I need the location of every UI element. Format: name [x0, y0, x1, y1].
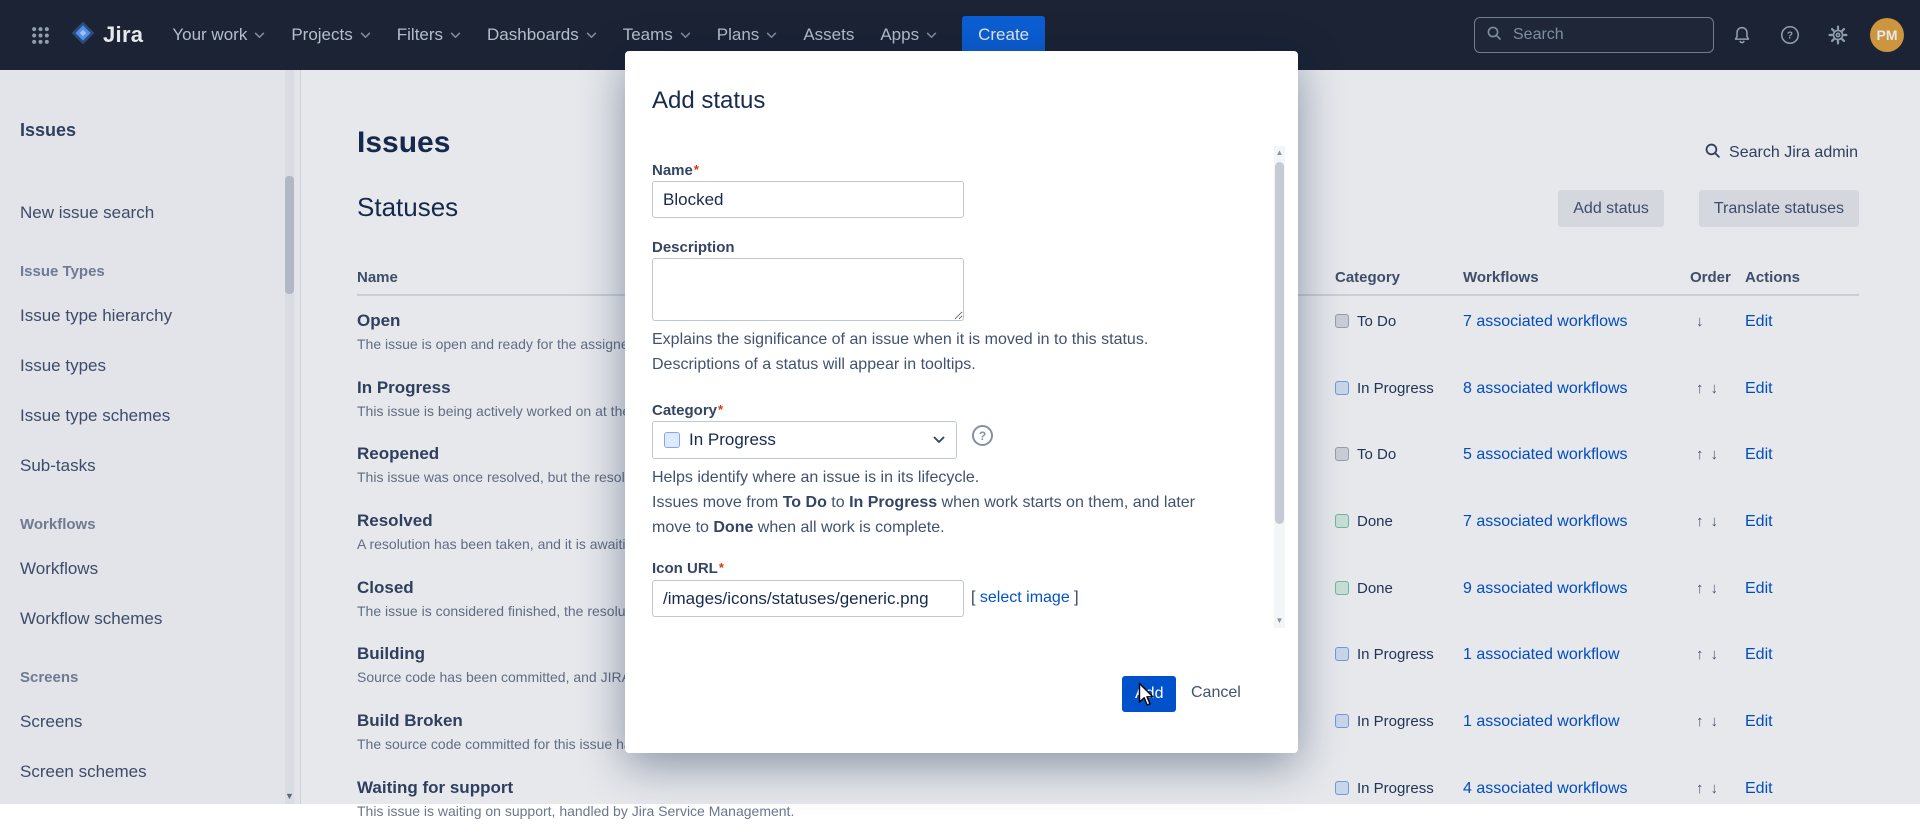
required-marker: * [693, 162, 699, 177]
scroll-up-icon[interactable]: ▲ [1276, 149, 1284, 157]
scroll-down-icon[interactable]: ▼ [1276, 617, 1284, 625]
dialog-scrollbar[interactable]: ▲ ▼ [1274, 146, 1285, 628]
required-marker: * [718, 560, 724, 575]
dialog-scrollbar-thumb[interactable] [1275, 162, 1284, 524]
select-image-link-wrap: [ select image ] [971, 589, 1079, 606]
add-button[interactable]: Add [1122, 676, 1177, 712]
status-description: This issue is waiting on support, handle… [357, 802, 795, 819]
description-help-text: Explains the significance of an issue wh… [652, 331, 1149, 373]
select-image-link[interactable]: select image [980, 589, 1070, 606]
required-marker: * [718, 402, 724, 417]
description-label: Description [652, 239, 735, 256]
name-label: Name* [652, 162, 699, 179]
category-label: Category* [652, 402, 724, 419]
name-field[interactable] [652, 181, 964, 218]
category-help-text: Helps identify where an issue is in its … [652, 469, 1196, 536]
dialog-title: Add status [652, 87, 766, 114]
category-selected-value: In Progress [689, 430, 776, 449]
cancel-button[interactable]: Cancel [1191, 684, 1241, 702]
description-field[interactable] [652, 258, 964, 321]
icon-url-field[interactable] [652, 580, 964, 617]
category-select[interactable]: In Progress [652, 421, 957, 459]
chevron-down-icon [933, 436, 945, 444]
add-status-dialog: Add status Name* Description Explains th… [625, 51, 1298, 753]
category-inprogress-icon [664, 432, 680, 448]
category-help-icon[interactable]: ? [972, 425, 993, 446]
icon-url-label: Icon URL* [652, 560, 724, 577]
